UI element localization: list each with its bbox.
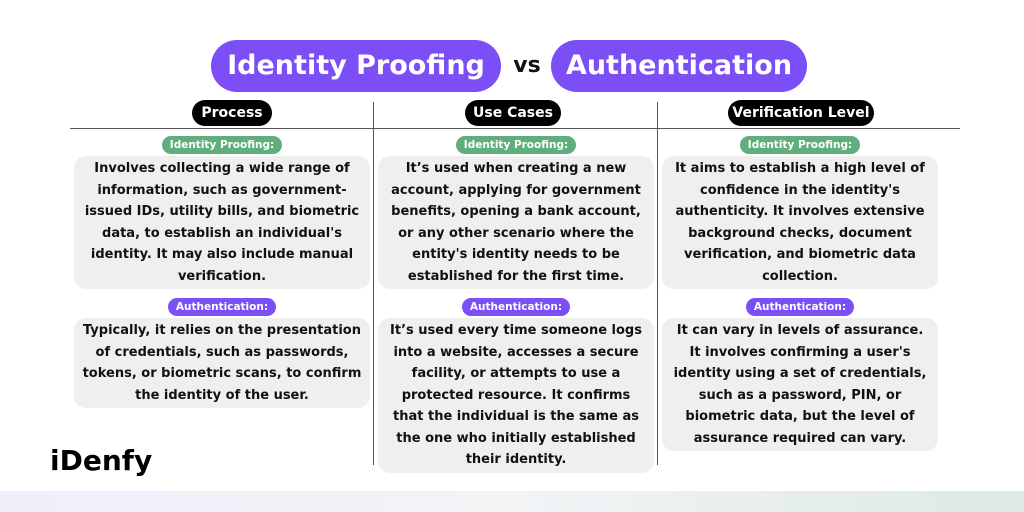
column-heading-use-cases: Use Cases <box>465 100 561 126</box>
title-row: Identity Proofing vs Authentication <box>0 40 1024 92</box>
authentication-badge: Authentication: <box>167 298 277 316</box>
authentication-text: Typically, it relies on the presentation… <box>74 318 370 408</box>
column-heading-process: Process <box>192 100 272 126</box>
title-authentication: Authentication <box>551 40 807 92</box>
authentication-badge: Authentication: <box>461 298 571 316</box>
column-divider-2 <box>657 102 658 465</box>
header-divider <box>70 128 960 129</box>
idenfy-logo: iDenfy <box>50 444 153 477</box>
title-identity-proofing: Identity Proofing <box>211 40 501 92</box>
title-vs: vs <box>513 53 541 78</box>
column-use-cases: Identity Proofing: It’s used when creati… <box>378 133 654 477</box>
authentication-badge: Authentication: <box>745 298 855 316</box>
footer-gradient-band <box>0 491 1024 512</box>
authentication-text: It’s used every time someone logs into a… <box>378 318 654 473</box>
identity-proofing-badge: Identity Proofing: <box>739 136 861 154</box>
identity-proofing-badge: Identity Proofing: <box>161 136 283 154</box>
column-heading-verification-level: Verification Level <box>728 100 874 126</box>
column-verification-level: Identity Proofing: It aims to establish … <box>662 133 938 455</box>
identity-proofing-badge: Identity Proofing: <box>455 136 577 154</box>
identity-proofing-text: It aims to establish a high level of con… <box>662 156 938 289</box>
authentication-text: It can vary in levels of assurance. It i… <box>662 318 938 451</box>
column-process: Identity Proofing: Involves collecting a… <box>74 133 370 412</box>
identity-proofing-text: Involves collecting a wide range of info… <box>74 156 370 289</box>
column-divider-1 <box>373 102 374 465</box>
identity-proofing-text: It’s used when creating a new account, a… <box>378 156 654 289</box>
